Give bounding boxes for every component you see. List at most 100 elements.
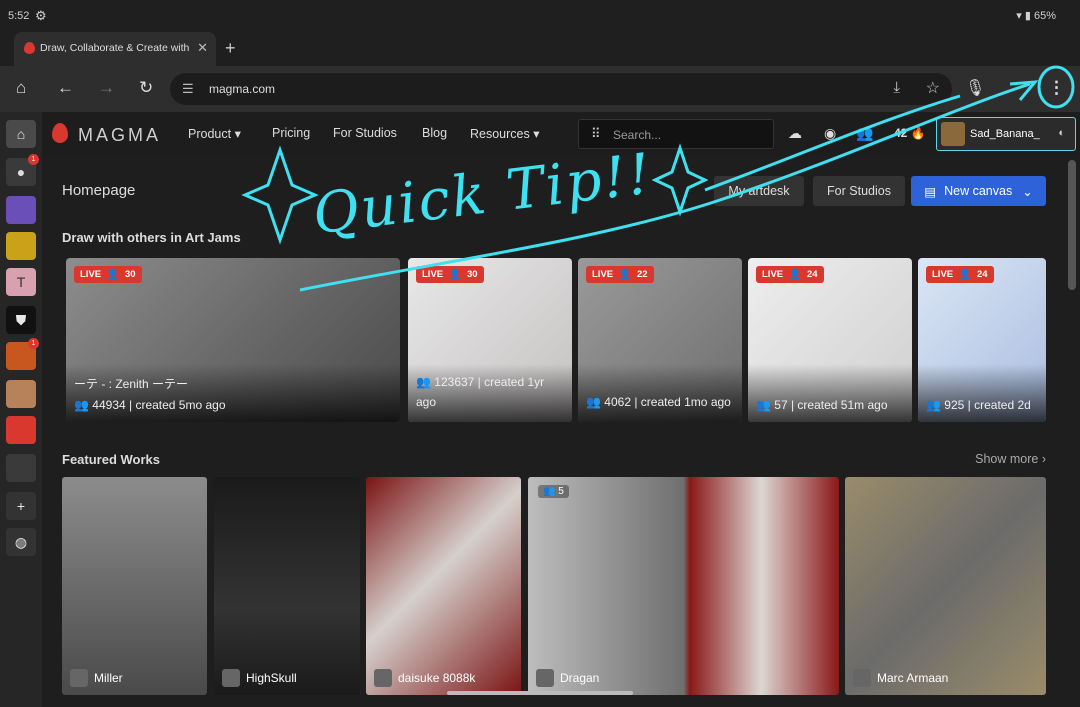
search-box[interactable]: ⠿ Search... xyxy=(578,119,774,149)
jam-stats: 👥 123637 | created 1yr ago xyxy=(416,372,566,412)
tab-title: Draw, Collaborate & Create with Artists xyxy=(40,42,190,54)
sidebar: ⌂ ● 1 T ⛊ 1 + ◍ xyxy=(0,112,42,707)
nav-blog[interactable]: Blog xyxy=(422,126,447,140)
sidebar-shield-button[interactable]: ⛊ xyxy=(6,306,36,334)
for-studios-button[interactable]: For Studios xyxy=(813,176,905,206)
jam-name: ーテ - : Zenith ーテー xyxy=(74,377,189,391)
site-settings-icon[interactable]: ☰ xyxy=(182,81,194,97)
microphone-icon[interactable]: 🎙 xyxy=(965,78,985,98)
main-content: Homepage My artdesk For Studios ▤ New ca… xyxy=(42,156,1066,707)
logo-text[interactable]: MAGMA xyxy=(78,125,161,146)
show-more-link[interactable]: Show more › xyxy=(975,452,1046,466)
card-shade xyxy=(918,364,1046,422)
avatar xyxy=(374,669,392,687)
live-badge: LIVE 👤 24 xyxy=(756,266,824,283)
ink-counter[interactable]: 42 🔥 xyxy=(894,126,926,140)
work-author: HighSkull xyxy=(222,669,297,687)
art-jam-card[interactable]: LIVE 👤 24 👥 925 | created 2d xyxy=(918,258,1046,422)
avatar xyxy=(853,669,871,687)
sidebar-space-4[interactable] xyxy=(6,380,36,408)
reload-icon[interactable]: ↻ xyxy=(139,78,153,98)
nav-product[interactable]: Product ▾ xyxy=(188,126,241,141)
install-app-icon[interactable]: ⤓ xyxy=(893,79,900,96)
people-icon: 👥 xyxy=(416,375,431,389)
sidebar-add-button[interactable]: + xyxy=(6,492,36,520)
page-scrollbar[interactable] xyxy=(1068,160,1076,290)
search-input[interactable]: Search... xyxy=(613,128,661,142)
art-jam-card[interactable]: LIVE 👤 30 👥 123637 | created 1yr ago xyxy=(408,258,572,422)
sidebar-magma-button[interactable]: ● 1 xyxy=(6,154,39,186)
featured-work-card[interactable]: HighSkull xyxy=(214,477,360,695)
art-jam-card[interactable]: LIVE 👤 30 ーテ - : Zenith ーテー 👥 44934 | crea… xyxy=(66,258,400,422)
featured-work-card[interactable]: 👥 5 Dragan xyxy=(528,477,839,695)
notification-badge: 1 xyxy=(28,338,39,349)
avatar xyxy=(941,122,965,146)
new-tab-icon[interactable]: + xyxy=(225,38,236,59)
back-icon[interactable]: ← xyxy=(57,78,74,98)
browser-menu-icon[interactable]: ⋮ xyxy=(1048,78,1065,98)
people-icon: 👥 xyxy=(756,398,771,412)
nav-for-studios[interactable]: For Studios xyxy=(333,126,397,140)
caret-down-icon: ▾ xyxy=(234,127,241,141)
nav-pricing[interactable]: Pricing xyxy=(272,126,310,140)
shield-icon: ⛊ xyxy=(15,311,27,328)
gesture-bar[interactable] xyxy=(447,691,633,695)
people-icon: 👤 xyxy=(959,269,971,280)
user-menu[interactable]: Sad_Banana_ ◐ xyxy=(936,117,1076,151)
live-label: LIVE xyxy=(422,269,444,280)
art-jam-card[interactable]: LIVE 👤 24 👥 57 | created 51m ago xyxy=(748,258,912,422)
new-canvas-button[interactable]: ▤ New canvas ⌄ xyxy=(911,176,1046,206)
featured-work-card[interactable]: daisuke 8088k xyxy=(366,477,521,695)
bell-icon[interactable]: ☁ xyxy=(788,125,802,142)
people-icon: 👤 xyxy=(789,269,801,280)
plus-icon: + xyxy=(16,498,26,514)
ink-count: 42 xyxy=(894,126,908,140)
globe-icon: ◍ xyxy=(14,533,28,550)
author-name: HighSkull xyxy=(246,671,297,685)
help-icon[interactable]: ◉ xyxy=(824,125,836,142)
featured-work-card[interactable]: Marc Armaan xyxy=(845,477,1046,695)
new-canvas-label: New canvas xyxy=(944,184,1013,198)
live-badge: LIVE 👤 30 xyxy=(416,266,484,283)
sidebar-space-5[interactable] xyxy=(6,416,36,444)
jam-stats-text: 925 | created 2d xyxy=(944,398,1031,412)
art-jam-card[interactable]: LIVE 👤 22 👥 4062 | created 1mo ago xyxy=(578,258,742,422)
sidebar-space-6[interactable] xyxy=(6,454,36,482)
sidebar-space-2[interactable] xyxy=(6,232,36,260)
sidebar-space-1[interactable] xyxy=(6,196,36,224)
bookmark-star-icon[interactable]: ☆ xyxy=(926,78,940,98)
jam-stats: 👥 57 | created 51m ago xyxy=(756,398,906,412)
sidebar-space-3[interactable]: 1 xyxy=(6,338,39,370)
sidebar-space-text[interactable]: T xyxy=(6,268,36,296)
live-count: 30 xyxy=(466,269,478,280)
live-badge: LIVE 👤 24 xyxy=(926,266,994,283)
people-icon: 👥 xyxy=(74,398,89,412)
my-artdesk-button[interactable]: My artdesk xyxy=(714,176,804,206)
nav-resources[interactable]: Resources ▾ xyxy=(470,126,540,141)
url-text[interactable]: magma.com xyxy=(209,82,275,96)
people-icon: 👥 xyxy=(926,398,941,412)
forward-icon[interactable]: → xyxy=(98,78,115,98)
jam-stats-text: 57 | created 51m ago xyxy=(774,398,888,412)
show-more-label: Show more xyxy=(975,452,1039,466)
live-count: 30 xyxy=(124,269,136,280)
people-icon: 👤 xyxy=(619,269,631,280)
sidebar-home-button[interactable]: ⌂ xyxy=(6,120,36,148)
ink-drop-icon: ◐ xyxy=(1058,127,1065,139)
browser-tab[interactable]: Draw, Collaborate & Create with Artists … xyxy=(14,32,216,66)
live-count: 24 xyxy=(976,269,988,280)
close-tab-icon[interactable]: ✕ xyxy=(197,40,208,56)
friends-icon[interactable]: 👥 xyxy=(856,125,873,142)
magma-logo-icon[interactable] xyxy=(52,123,68,143)
home-icon[interactable]: ⌂ xyxy=(16,78,26,98)
people-icon: 👤 xyxy=(107,269,119,280)
sidebar-explore-button[interactable]: ◍ xyxy=(6,528,36,556)
status-bar: 5:52 ⚙ ▾ ▮ 65% xyxy=(0,0,1080,32)
notification-badge: 1 xyxy=(28,154,39,165)
address-bar[interactable]: ☰ magma.com ⤓ ☆ xyxy=(170,73,952,105)
magma-drop-icon: ● xyxy=(16,164,26,180)
featured-work-card[interactable]: Miller xyxy=(62,477,207,695)
chevron-right-icon: › xyxy=(1041,452,1046,466)
work-author: Marc Armaan xyxy=(853,669,948,687)
people-icon: 👥 xyxy=(543,486,556,497)
